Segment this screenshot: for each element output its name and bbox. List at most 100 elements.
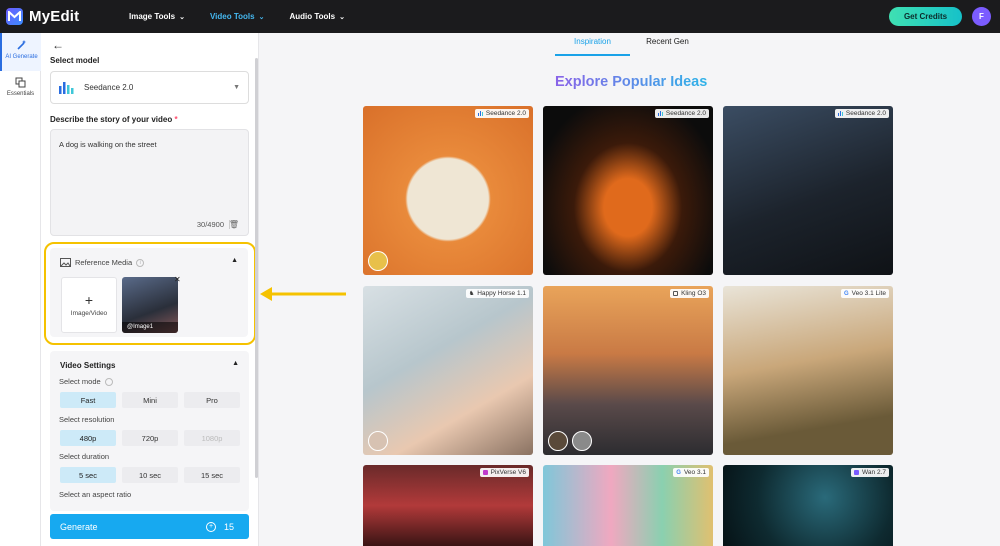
- plus-icon: +: [84, 292, 94, 308]
- rail-item-ai-generate[interactable]: AI Generate: [0, 33, 41, 71]
- model-badge: Seedance 2.0: [834, 109, 889, 118]
- select-duration-label: Select duration: [59, 452, 110, 461]
- story-textarea[interactable]: A dog is walking on the street 30/4900 🗑: [50, 129, 249, 236]
- tab-inspiration[interactable]: Inspiration: [555, 37, 630, 56]
- duration-5-sec[interactable]: 5 sec: [60, 467, 116, 483]
- gallery-tabs: Inspiration Recent Gen: [555, 37, 705, 56]
- duration-15-sec[interactable]: 15 sec: [184, 467, 240, 483]
- model-badge: Kling O3: [670, 289, 709, 298]
- top-bar: MyEdit Image Tools ⌄ Video Tools ⌄ Audio T…: [0, 0, 1000, 33]
- trash-icon[interactable]: 🗑: [229, 220, 239, 229]
- creator-avatar: [368, 431, 388, 451]
- model-badge: G Veo 3.1: [673, 468, 709, 477]
- chevron-down-icon: ⌄: [258, 13, 265, 21]
- gallery-card[interactable]: Wan 2.7: [723, 465, 893, 546]
- select-mode-label: Select mode: [59, 377, 113, 386]
- gallery-card[interactable]: Seedance 2.0: [363, 106, 533, 275]
- main-nav: Image Tools ⌄ Video Tools ⌄ Audio Tools ⌄: [129, 0, 370, 33]
- bars-icon: [837, 111, 843, 116]
- select-mode-text: Select mode: [59, 377, 101, 386]
- model-name: Seedance 2.0: [845, 110, 886, 117]
- gallery-heading: Explore Popular Ideas: [555, 74, 708, 90]
- mode-fast[interactable]: Fast: [60, 392, 116, 408]
- caret-down-icon: ▼: [233, 84, 240, 91]
- annotation-arrow-icon: [260, 287, 346, 301]
- nav-label: Audio Tools: [289, 12, 336, 21]
- reference-media-label: Reference Media: [75, 258, 133, 267]
- nav-label: Image Tools: [129, 12, 176, 21]
- add-media-button[interactable]: + Image/Video: [61, 277, 117, 333]
- cost-value: 15: [223, 521, 234, 532]
- model-dropdown[interactable]: Seedance 2.0 ▼: [50, 71, 249, 104]
- duration-10-sec[interactable]: 10 sec: [122, 467, 178, 483]
- model-name: Seedance 2.0: [84, 83, 134, 92]
- char-count: 30/4900: [196, 220, 224, 229]
- model-name: Seedance 2.0: [665, 110, 706, 117]
- model-name: PixVerse V6: [490, 469, 526, 476]
- rail-item-essentials[interactable]: Essentials: [0, 73, 41, 107]
- caret-up-icon[interactable]: ▲: [232, 360, 239, 367]
- model-badge: G Veo 3.1 Lite: [840, 289, 889, 298]
- kling-icon: [673, 291, 679, 296]
- model-name: Seedance 2.0: [485, 110, 526, 117]
- wan-icon: [854, 470, 860, 475]
- model-name: Kling O3: [681, 290, 706, 297]
- reference-media-section: Reference Media i ▲ + Image/Video @Image…: [50, 248, 248, 337]
- generate-button[interactable]: Generate +15: [50, 514, 249, 539]
- user-avatar[interactable]: F: [972, 7, 991, 26]
- add-media-label: Image/Video: [70, 310, 108, 317]
- gallery-card[interactable]: Seedance 2.0: [723, 106, 893, 275]
- chevron-down-icon: ⌄: [339, 13, 345, 21]
- gallery-card[interactable]: Kling O3: [543, 286, 713, 455]
- resolution-720p[interactable]: 720p: [122, 430, 178, 446]
- rail-label: Essentials: [6, 91, 35, 97]
- reference-thumbnail[interactable]: @Image1: [122, 277, 178, 333]
- google-icon: G: [676, 469, 681, 476]
- resolution-480p[interactable]: 480p: [60, 430, 116, 446]
- gallery-card[interactable]: PixVerse V6: [363, 465, 533, 546]
- myedit-logo-icon: [6, 8, 23, 25]
- story-text: A dog is walking on the street: [59, 140, 157, 149]
- info-icon[interactable]: i: [136, 258, 145, 267]
- mode-mini[interactable]: Mini: [122, 392, 178, 408]
- pixverse-icon: [482, 470, 488, 475]
- chevron-down-icon: ⌄: [179, 13, 185, 21]
- gallery-card[interactable]: Seedance 2.0: [543, 106, 713, 275]
- credit-coin-icon: +: [205, 521, 216, 532]
- bars-icon: [657, 111, 663, 116]
- model-badge: Seedance 2.0: [654, 109, 709, 118]
- nav-label: Video Tools: [209, 12, 255, 21]
- generate-label: Generate: [60, 521, 98, 532]
- info-icon[interactable]: [104, 377, 113, 386]
- nav-audio-tools[interactable]: Audio Tools ⌄: [289, 12, 345, 21]
- image-icon: [60, 258, 71, 267]
- back-arrow-icon[interactable]: ←: [52, 38, 64, 52]
- app-name: MyEdit: [29, 8, 80, 25]
- gallery-card[interactable]: ♞ Happy Horse 1.1: [363, 286, 533, 455]
- model-badge: PixVerse V6: [479, 468, 529, 477]
- reference-item-label: @Image1: [122, 322, 178, 333]
- resolution-1080p[interactable]: 1080p: [184, 430, 240, 446]
- gallery-card[interactable]: G Veo 3.1: [543, 465, 713, 546]
- video-settings-title: Video Settings: [60, 361, 116, 370]
- select-resolution-label: Select resolution: [59, 415, 115, 424]
- nav-image-tools[interactable]: Image Tools ⌄: [129, 12, 185, 21]
- remove-reference-icon[interactable]: ✕: [174, 275, 181, 284]
- video-settings-section: Video Settings ▲ Select mode Fast Mini P…: [50, 351, 249, 511]
- magic-wand-icon: [16, 40, 26, 50]
- model-name: Wan 2.7: [862, 469, 886, 476]
- gallery-card[interactable]: G Veo 3.1 Lite: [723, 286, 893, 455]
- panel-scrollbar[interactable]: [255, 58, 258, 478]
- model-badge: Seedance 2.0: [474, 109, 529, 118]
- model-name: Veo 3.1 Lite: [851, 290, 886, 297]
- get-credits-button[interactable]: Get Credits: [889, 7, 962, 26]
- layers-icon: [15, 77, 26, 88]
- mode-pro[interactable]: Pro: [184, 392, 240, 408]
- caret-up-icon[interactable]: ▲: [231, 257, 238, 264]
- tab-recent-gen[interactable]: Recent Gen: [630, 37, 705, 56]
- model-badge: Wan 2.7: [851, 468, 889, 477]
- app-logo[interactable]: MyEdit: [6, 8, 79, 25]
- nav-video-tools[interactable]: Video Tools ⌄: [210, 12, 264, 21]
- model-badge: ♞ Happy Horse 1.1: [465, 289, 529, 298]
- story-label-text: Describe the story of your video: [50, 115, 173, 124]
